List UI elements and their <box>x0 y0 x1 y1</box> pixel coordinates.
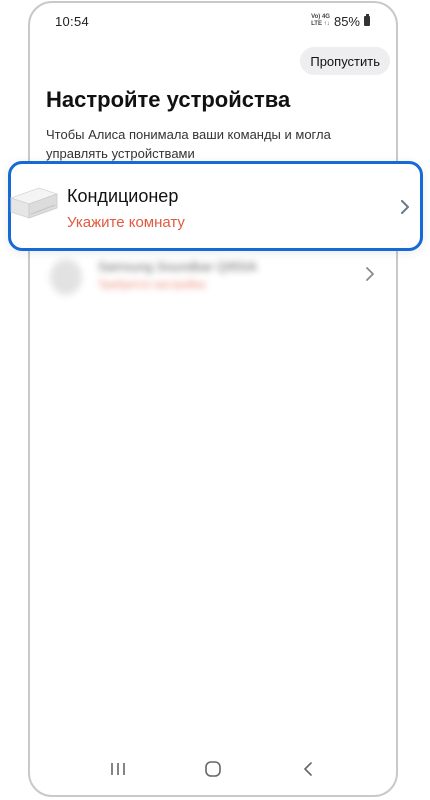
skip-button[interactable]: Пропустить <box>300 47 390 75</box>
page-title: Настройте устройства <box>46 87 291 112</box>
device-status-air-conditioner: Укажите комнату <box>67 214 185 231</box>
soundbar-icon <box>50 259 82 295</box>
chevron-right-icon <box>366 267 374 281</box>
device-row-soundbar[interactable]: Samsung Soundbar Q950A Требуется настрой… <box>46 253 386 301</box>
recents-icon[interactable] <box>108 759 128 779</box>
home-icon[interactable] <box>203 759 223 779</box>
air-conditioner-icon <box>9 187 59 219</box>
status-time: 10:54 <box>55 13 90 29</box>
status-bar: 10:54 Vo) 4G LTE ↑↓ 85% <box>30 3 396 39</box>
device-name-air-conditioner: Кондиционер <box>67 186 179 206</box>
phone-frame: 10:54 Vo) 4G LTE ↑↓ 85% Пропустить Настр… <box>28 1 398 797</box>
device-name-soundbar: Samsung Soundbar Q950A <box>98 259 257 274</box>
device-status-soundbar: Требуется настройка <box>98 279 206 291</box>
device-row-air-conditioner[interactable]: Кондиционер Укажите комнату <box>8 161 423 251</box>
battery-icon <box>364 14 370 26</box>
page-subtitle: Чтобы Алиса понимала ваши команды и могл… <box>46 127 331 161</box>
network-top: Vo) 4G <box>311 14 330 20</box>
back-icon[interactable] <box>298 759 318 779</box>
network-indicator: Vo) 4G LTE ↑↓ <box>311 14 330 28</box>
chevron-right-icon <box>401 200 409 214</box>
battery-level: 85% <box>333 13 360 29</box>
network-bottom: LTE ↑↓ <box>311 21 330 27</box>
navigation-bar <box>30 751 396 787</box>
status-indicators: Vo) 4G LTE ↑↓ 85% <box>311 14 370 29</box>
